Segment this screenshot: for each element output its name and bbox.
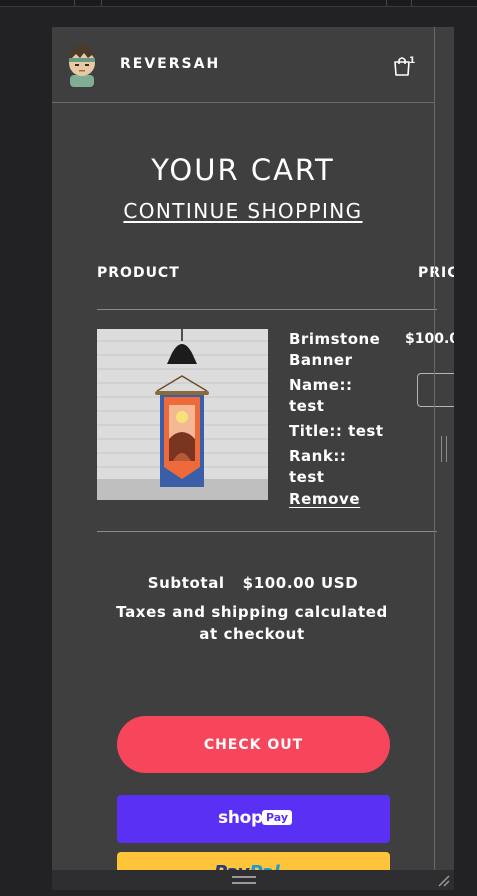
brand-name[interactable]: REVERSAH xyxy=(120,56,220,72)
option-value: test xyxy=(289,397,325,415)
shop-pay-wordmark: shop xyxy=(218,808,263,828)
option-label: Name:: xyxy=(289,376,353,394)
divider xyxy=(101,0,102,6)
divider xyxy=(411,0,412,6)
product-title-line: Banner xyxy=(289,351,353,369)
site-header: REVERSAH 1 xyxy=(52,27,434,103)
cart-count-badge: 1 xyxy=(409,56,416,66)
subtotal-value: $100.00 USD xyxy=(242,574,359,592)
resize-handle-right[interactable] xyxy=(441,436,447,462)
divider xyxy=(97,531,437,532)
divider xyxy=(386,0,387,6)
column-header-product: PRODUCT xyxy=(97,265,180,281)
tax-shipping-note: Taxes and shipping calculated at checkou… xyxy=(116,603,388,643)
viewport-edge-line xyxy=(434,27,435,870)
shop-pay-badge: Pay xyxy=(262,810,293,825)
product-option-name: Name:: test xyxy=(289,375,399,417)
avatar-logo-icon[interactable] xyxy=(66,41,98,87)
remove-item-link[interactable]: Remove xyxy=(289,490,360,508)
product-title-line: Brimstone xyxy=(289,330,381,348)
product-title[interactable]: Brimstone Banner xyxy=(289,329,389,371)
resize-handle-bottom[interactable] xyxy=(232,876,256,884)
checkout-button[interactable]: CHECK OUT xyxy=(117,716,390,773)
product-option-rank: Rank:: test xyxy=(289,446,399,488)
subtotal-row: Subtotal $100.00 USD xyxy=(52,574,454,592)
option-value: test xyxy=(289,468,325,486)
option-label: Title:: test xyxy=(289,422,384,440)
page-title: YOUR CART xyxy=(151,153,335,187)
paypal-wordmark: PayPal xyxy=(214,862,280,870)
subtotal-label: Subtotal xyxy=(147,574,225,592)
shop-pay-button[interactable]: shop Pay xyxy=(117,795,390,843)
quantity-input[interactable] xyxy=(417,373,454,407)
paypal-button[interactable]: PayPal xyxy=(117,852,390,870)
mobile-viewport: REVERSAH 1 YOUR CART CONTINUE SHOPPING P… xyxy=(52,27,454,870)
product-option-title: Title:: test xyxy=(289,421,399,442)
column-header-price: PRICE xyxy=(418,265,454,281)
product-image[interactable] xyxy=(97,329,268,500)
continue-shopping-link[interactable]: CONTINUE SHOPPING xyxy=(52,199,434,223)
divider xyxy=(74,0,75,6)
option-label: Rank:: xyxy=(289,447,347,465)
divider xyxy=(97,309,437,310)
item-price: $100.00 xyxy=(405,331,454,347)
browser-top-strip xyxy=(0,0,477,7)
resize-corner-icon[interactable] xyxy=(436,873,450,887)
